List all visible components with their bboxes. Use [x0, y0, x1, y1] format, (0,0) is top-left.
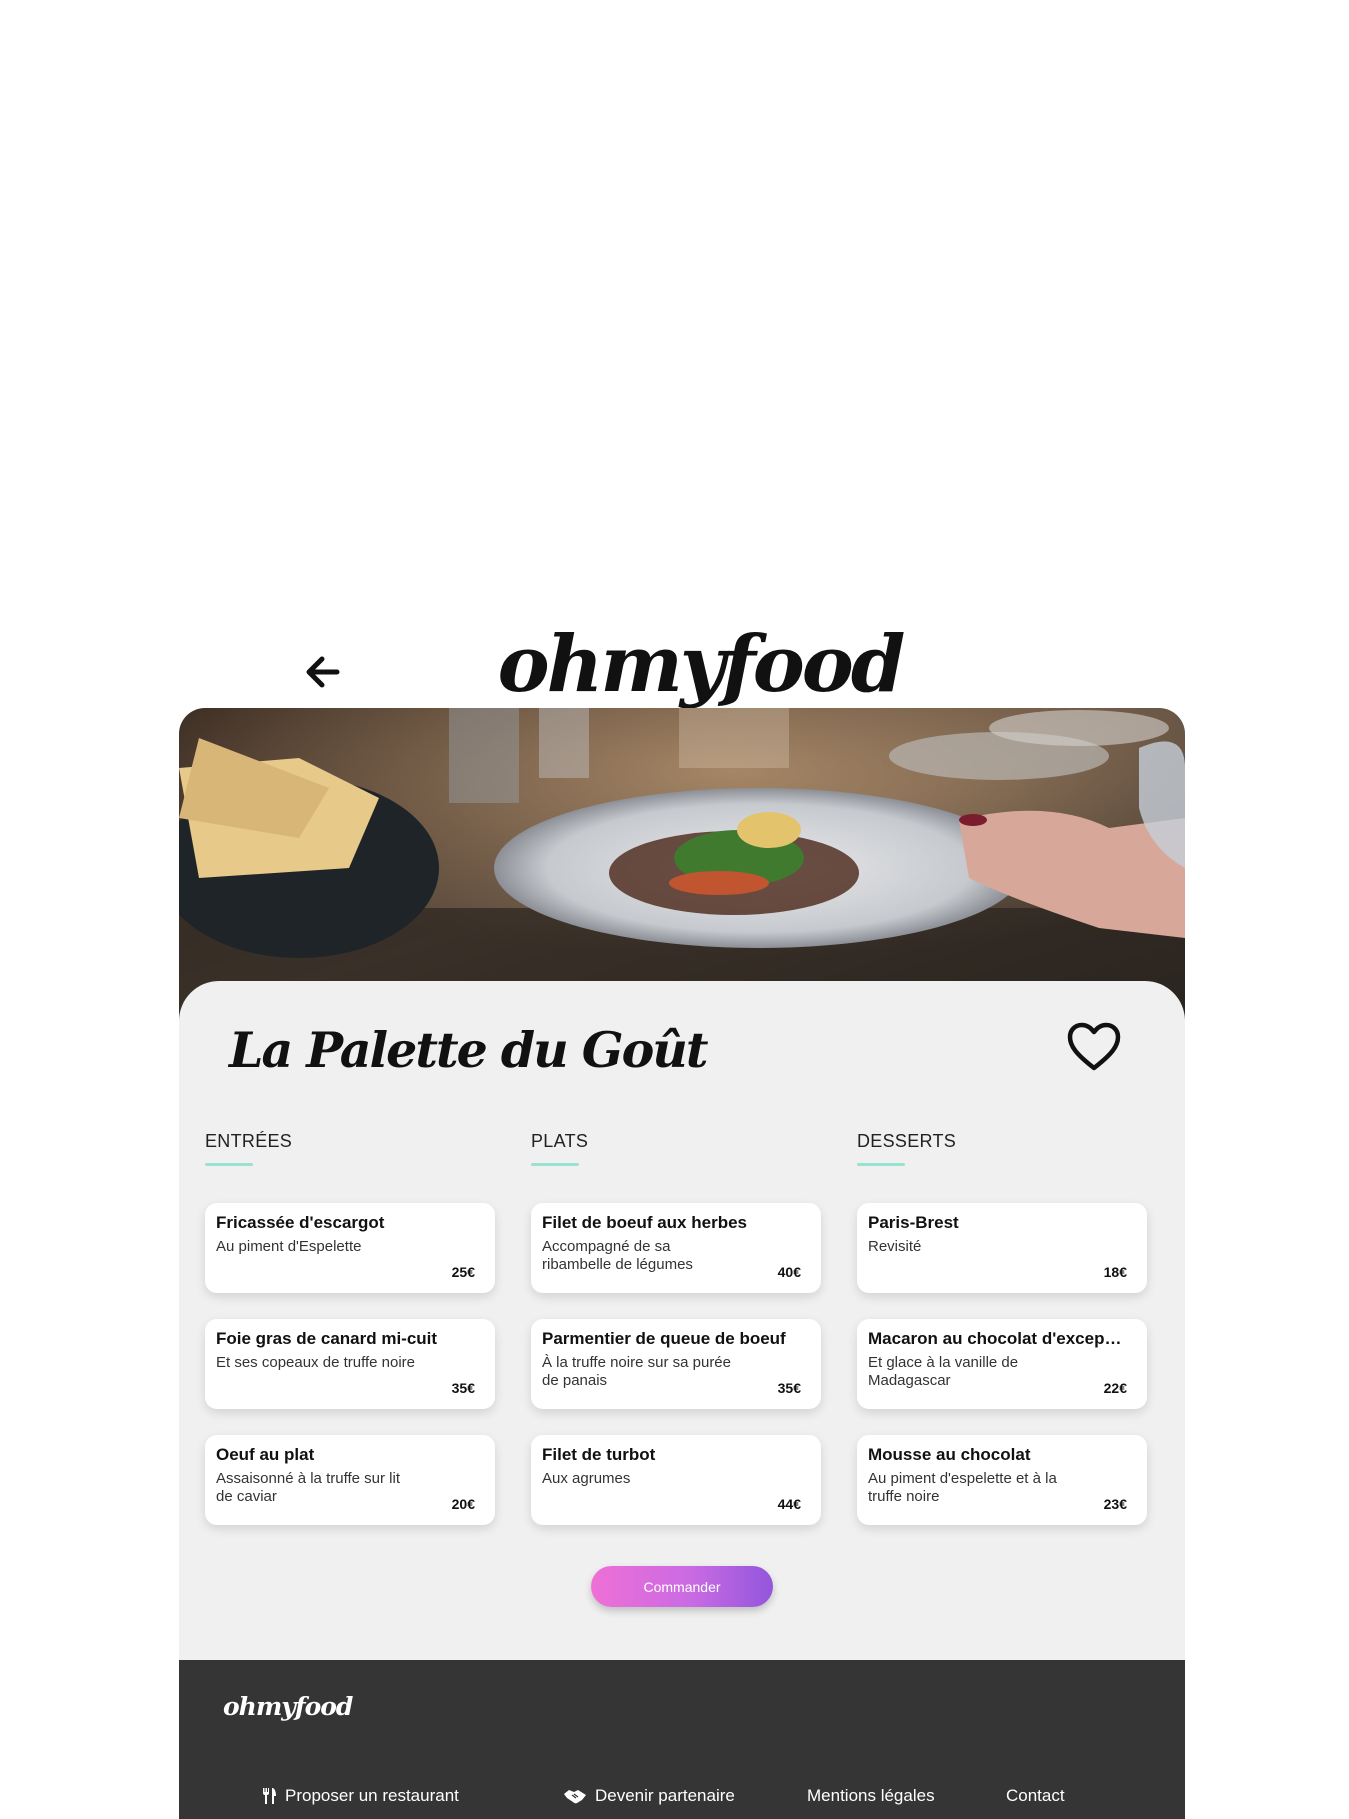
menu-item-description: Aux agrumes [542, 1470, 631, 1487]
heading-underline [531, 1163, 579, 1166]
footer-logo[interactable]: ohmyfood [223, 1692, 353, 1721]
menu-column-entrees: ENTRÉES Fricassée d'escargot Au piment d… [205, 1131, 495, 1525]
restaurant-name: La Palette du Goût [229, 1021, 709, 1079]
menu-item-name: Foie gras de canard mi-cuit [216, 1329, 438, 1348]
heading-underline [205, 1163, 253, 1166]
footer-link-propose-restaurant[interactable]: Proposer un restaurant [261, 1786, 459, 1806]
menu-item-card[interactable]: Filet de boeuf aux herbes Accompagné de … [531, 1203, 821, 1293]
menu-item-card[interactable]: Filet de turbot Aux agrumes 44€ [531, 1435, 821, 1525]
menu-item-price: 25€ [451, 1264, 475, 1280]
arrow-left-icon [306, 656, 340, 688]
menu-item-name: Filet de turbot [542, 1445, 656, 1464]
menu-item-description: Assaisonné à la truffe sur lit de caviar [216, 1470, 400, 1505]
menu-item-card[interactable]: Parmentier de queue de boeuf À la truffe… [531, 1319, 821, 1409]
footer-link-label: Proposer un restaurant [285, 1786, 459, 1805]
handshake-icon [564, 1790, 586, 1804]
menu-item-card[interactable]: Fricassée d'escargot Au piment d'Espelet… [205, 1203, 495, 1293]
footer-link-label: Mentions légales [807, 1786, 935, 1805]
column-heading: PLATS [531, 1131, 589, 1151]
menu-item-description: Et ses copeaux de truffe noire [216, 1354, 416, 1371]
heading-underline [857, 1163, 905, 1166]
menu-item-price: 35€ [451, 1380, 475, 1396]
footer-link-label: Devenir partenaire [595, 1786, 735, 1805]
order-button[interactable]: Commander [591, 1566, 773, 1607]
menu-item-name: Parmentier de queue de boeuf [542, 1329, 786, 1348]
footer-link-contact[interactable]: Contact [1006, 1786, 1065, 1806]
menu-item-description: Au piment d'Espelette [216, 1238, 362, 1255]
restaurant-page: La Palette du Goût ENTRÉES Fricassée d'e… [179, 708, 1185, 1819]
menu-item-card[interactable]: Mousse au chocolat Au piment d'espelette… [857, 1435, 1147, 1525]
menu-item-description: Et glace à la vanille de Madagascar [868, 1354, 1019, 1389]
restaurant-menu-panel: La Palette du Goût ENTRÉES Fricassée d'e… [179, 981, 1185, 1696]
header: ohmyfood [0, 620, 1349, 710]
utensils-icon [263, 1788, 276, 1804]
menu-item-name: Mousse au chocolat [868, 1445, 1031, 1464]
column-heading: ENTRÉES [205, 1131, 293, 1151]
menu-item-description: Revisité [868, 1238, 922, 1255]
site-logo[interactable]: ohmyfood [490, 620, 910, 710]
menu-item-price: 18€ [1103, 1264, 1127, 1280]
menu-item-name: Filet de boeuf aux herbes [542, 1213, 747, 1232]
restaurant-hero-image [179, 708, 1185, 1020]
menu-item-description: À la truffe noire sur sa purée de panais [542, 1354, 731, 1389]
back-button[interactable] [300, 650, 344, 694]
menu-item-price: 40€ [777, 1264, 801, 1280]
menu-column-desserts: DESSERTS Paris-Brest Revisité 18€ Macaro… [857, 1131, 1147, 1525]
footer-link-label: Contact [1006, 1786, 1065, 1805]
menu-item-description: Au piment d'espelette et à la truffe noi… [868, 1470, 1057, 1505]
footer: ohmyfood Proposer un restaurant Devenir … [179, 1660, 1185, 1819]
footer-link-legal-notice[interactable]: Mentions légales [807, 1786, 935, 1806]
menu-column-plats: PLATS Filet de boeuf aux herbes Accompag… [531, 1131, 821, 1525]
menu-item-price: 20€ [451, 1496, 475, 1512]
menu-item-name: Macaron au chocolat d'exception [868, 1329, 1127, 1348]
favorite-button[interactable] [1066, 1021, 1122, 1073]
menu-item-description: Accompagné de sa ribambelle de légumes [542, 1238, 693, 1273]
menu-item-name: Fricassée d'escargot [216, 1213, 385, 1232]
menu-item-card[interactable]: Foie gras de canard mi-cuit Et ses copea… [205, 1319, 495, 1409]
menu-item-price: 22€ [1103, 1380, 1127, 1396]
menu-item-card[interactable]: Oeuf au plat Assaisonné à la truffe sur … [205, 1435, 495, 1525]
menu-item-name: Oeuf au plat [216, 1445, 315, 1464]
menu-item-card[interactable]: Macaron au chocolat d'exception Et glace… [857, 1319, 1147, 1409]
menu-item-price: 44€ [777, 1496, 801, 1512]
heart-outline-icon [1067, 1022, 1121, 1071]
menu-item-name: Paris-Brest [868, 1213, 959, 1232]
footer-link-become-partner[interactable]: Devenir partenaire [563, 1786, 735, 1806]
column-heading: DESSERTS [857, 1131, 957, 1151]
menu-item-card[interactable]: Paris-Brest Revisité 18€ [857, 1203, 1147, 1293]
menu-item-price: 23€ [1103, 1496, 1127, 1512]
menu-item-price: 35€ [777, 1380, 801, 1396]
